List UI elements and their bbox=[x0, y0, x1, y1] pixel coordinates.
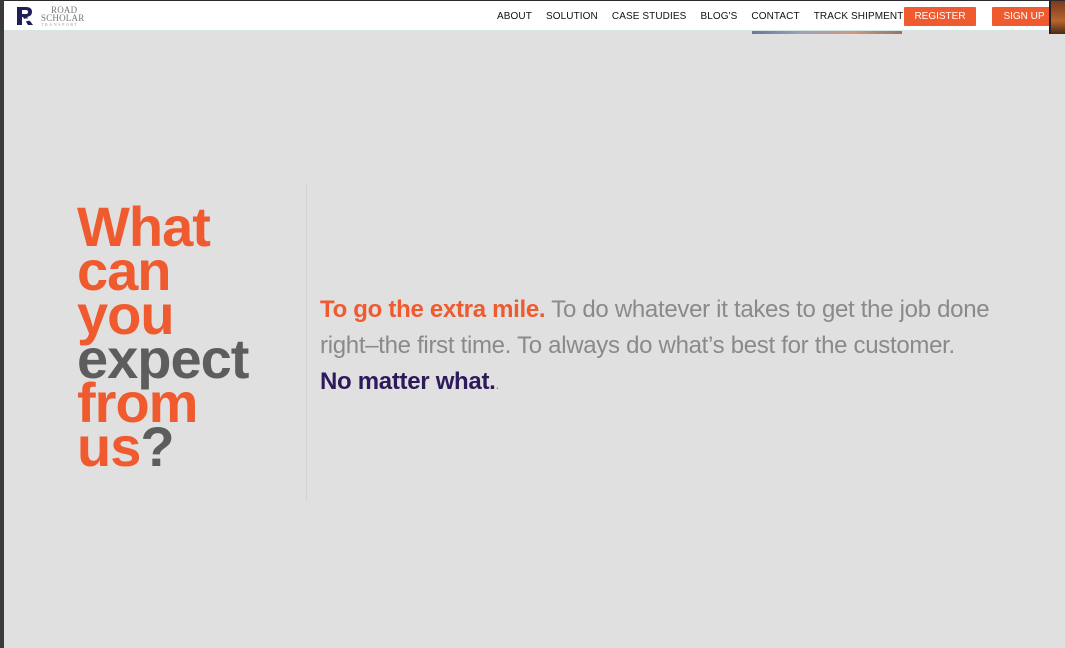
closing-dot: . bbox=[495, 376, 500, 392]
hero-headline: What can you expect from us? bbox=[77, 199, 249, 475]
hero-body-copy: To go the extra mile. To do whatever it … bbox=[320, 292, 1050, 402]
brand-logo[interactable]: ROAD SCHOLAR TRANSPORT bbox=[14, 3, 84, 29]
nav-track-shipment[interactable]: TRACK SHIPMENT bbox=[814, 11, 904, 22]
headline-last-line: us? bbox=[77, 419, 248, 475]
corner-thumbnail bbox=[1049, 1, 1065, 34]
closing-text: No matter what. bbox=[320, 368, 496, 395]
nav-contact[interactable]: CONTACT bbox=[751, 11, 799, 22]
main-nav: ABOUT SOLUTION CASE STUDIES BLOG'S CONTA… bbox=[497, 1, 917, 31]
register-button[interactable]: REGISTER bbox=[904, 7, 976, 26]
nav-blogs[interactable]: BLOG'S bbox=[700, 11, 737, 22]
headline-word-us: us bbox=[77, 415, 141, 478]
lead-accent-text: To go the extra mile. bbox=[320, 296, 546, 323]
headline-question-mark: ? bbox=[140, 415, 174, 478]
nav-solution[interactable]: SOLUTION bbox=[546, 11, 598, 22]
logo-shield-icon bbox=[17, 7, 33, 25]
sign-up-button[interactable]: SIGN UP bbox=[992, 7, 1056, 26]
nav-about[interactable]: ABOUT bbox=[497, 11, 532, 22]
vertical-divider bbox=[306, 183, 307, 501]
logo-wordmark: ROAD SCHOLAR TRANSPORT bbox=[41, 4, 85, 27]
nav-case-studies[interactable]: CASE STUDIES bbox=[612, 11, 687, 22]
page: ROAD SCHOLAR TRANSPORT ABOUT SOLUTION CA… bbox=[0, 0, 1065, 648]
top-navigation-bar: ROAD SCHOLAR TRANSPORT ABOUT SOLUTION CA… bbox=[4, 0, 1065, 34]
hero-image-edge bbox=[752, 31, 902, 34]
window-edge bbox=[0, 0, 4, 648]
